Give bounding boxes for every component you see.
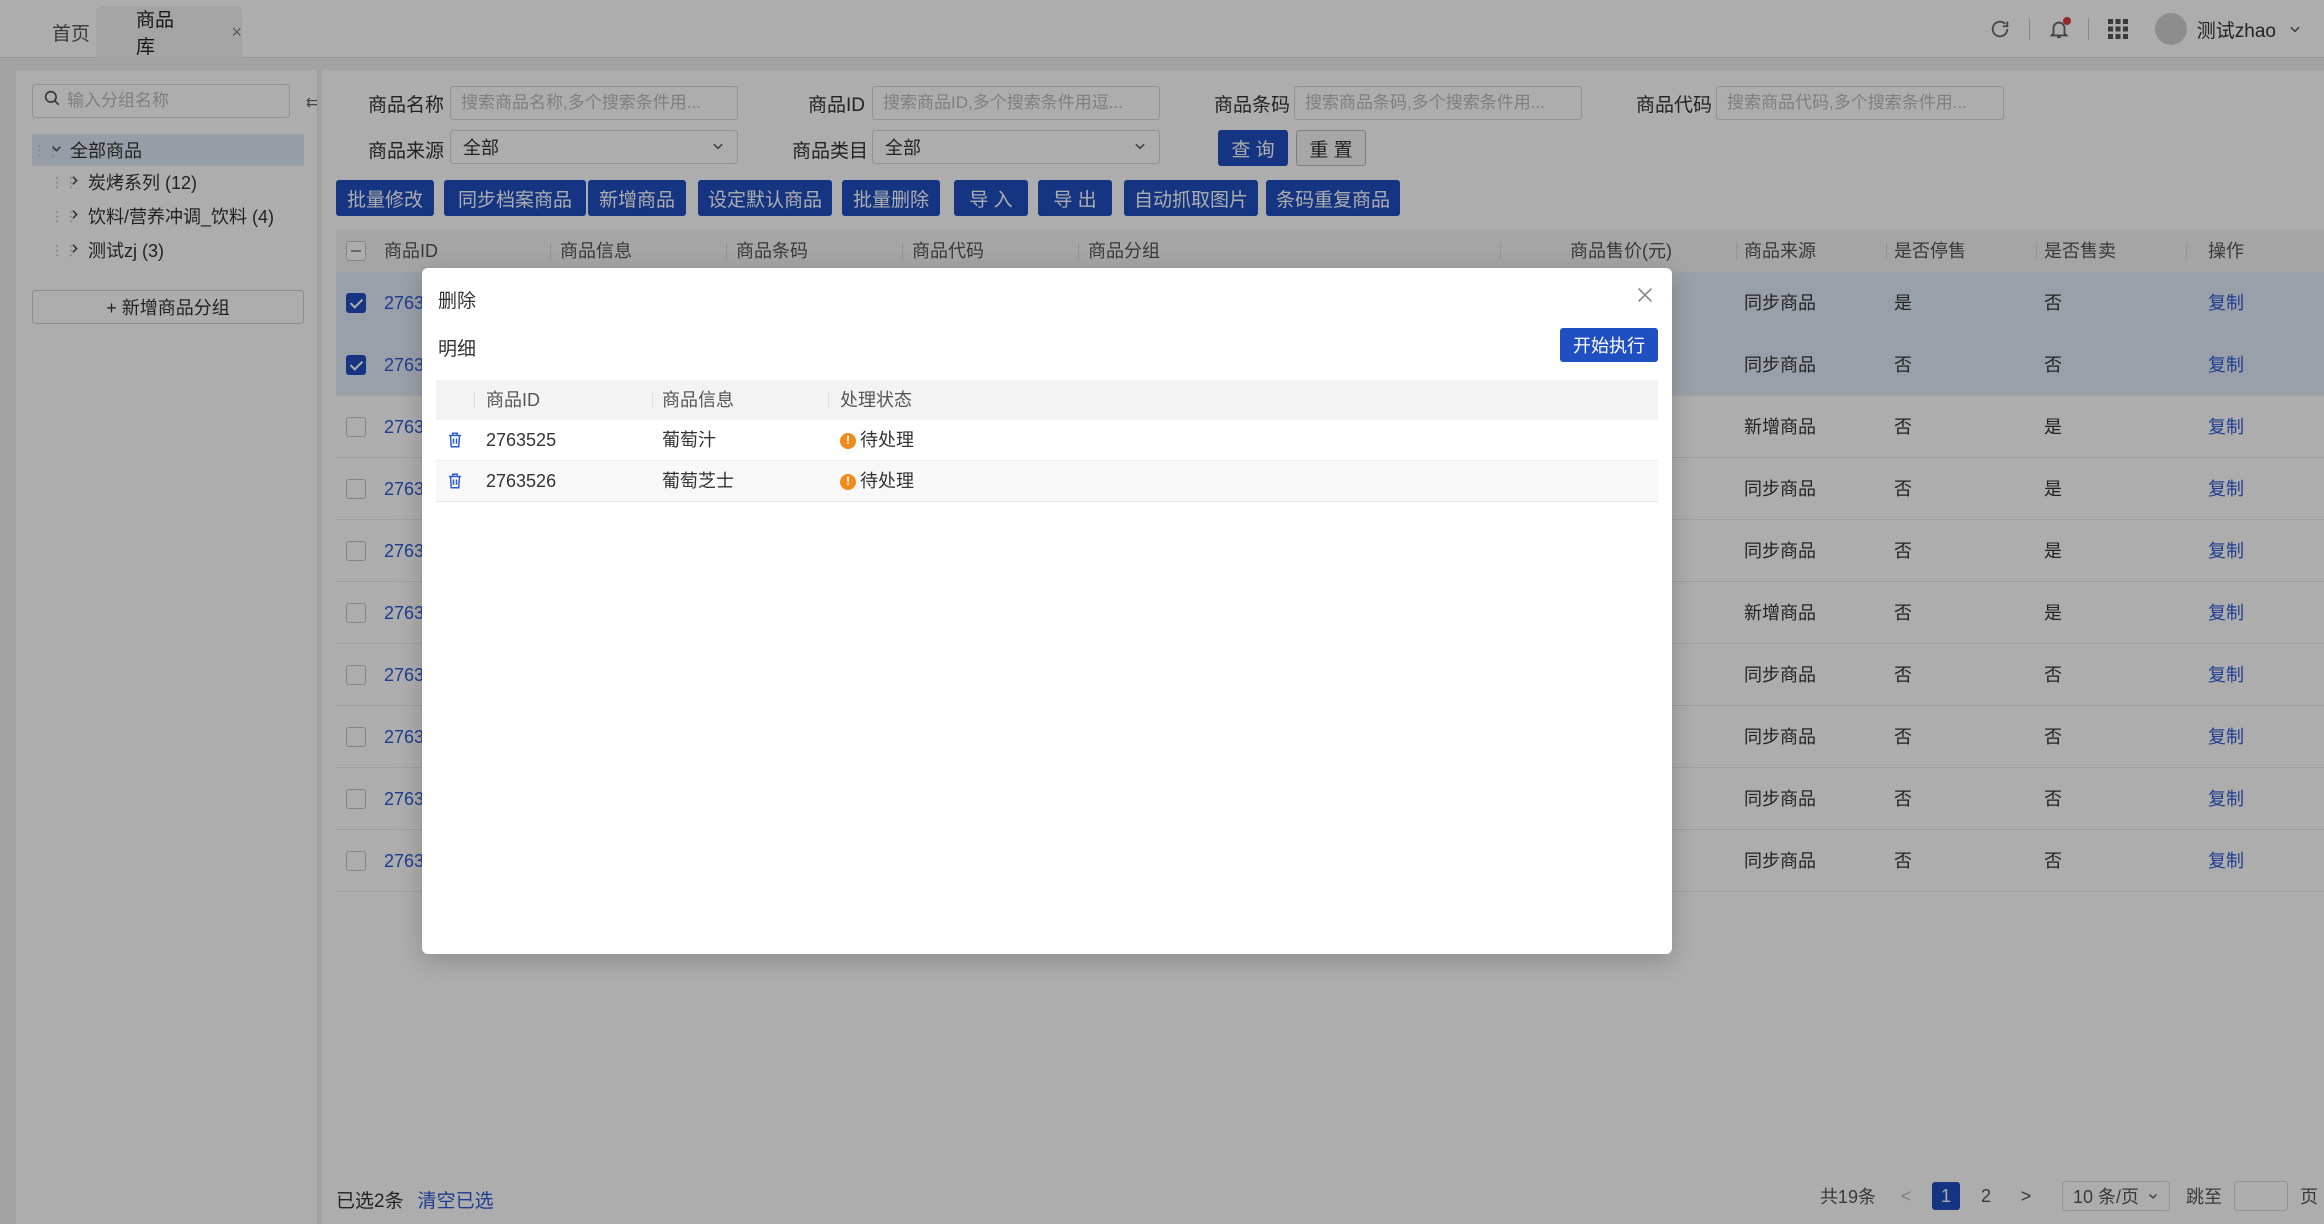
dialog-row-status: ! 待处理 — [840, 461, 914, 502]
dialog-row-id: 2763525 — [486, 430, 557, 450]
warning-icon: ! — [840, 473, 856, 490]
dialog-title: 删除 — [438, 291, 477, 312]
dialog-row-info: 葡萄汁 — [662, 430, 716, 450]
trash-icon[interactable] — [446, 472, 464, 490]
dialog-col-info: 商品信息 — [662, 390, 734, 410]
dialog-row-info: 葡萄芝士 — [662, 471, 734, 491]
dialog-table-header: 商品ID 商品信息 处理状态 — [436, 380, 1658, 420]
dialog-col-status: 处理状态 — [840, 390, 912, 410]
col-divider — [828, 392, 829, 408]
dialog-row-status: ! 待处理 — [840, 420, 914, 461]
col-divider — [652, 392, 653, 408]
dialog-subtitle: 明细 — [438, 339, 477, 360]
delete-dialog: 删除 明细 开始执行 商品ID 商品信息 处理状态 2763525 葡萄汁 ! … — [422, 268, 1672, 954]
close-icon[interactable] — [1634, 284, 1658, 308]
trash-icon[interactable] — [446, 431, 464, 449]
dialog-row-id: 2763526 — [486, 471, 557, 491]
status-text: 待处理 — [860, 471, 914, 491]
col-divider — [474, 392, 475, 408]
start-execution-button[interactable]: 开始执行 — [1560, 328, 1658, 362]
dialog-col-id: 商品ID — [486, 390, 540, 410]
warning-icon: ! — [840, 432, 856, 449]
dialog-table-row: 2763526 葡萄芝士 ! 待处理 — [436, 461, 1658, 502]
status-text: 待处理 — [860, 430, 914, 450]
dialog-table-row: 2763525 葡萄汁 ! 待处理 — [436, 420, 1658, 461]
